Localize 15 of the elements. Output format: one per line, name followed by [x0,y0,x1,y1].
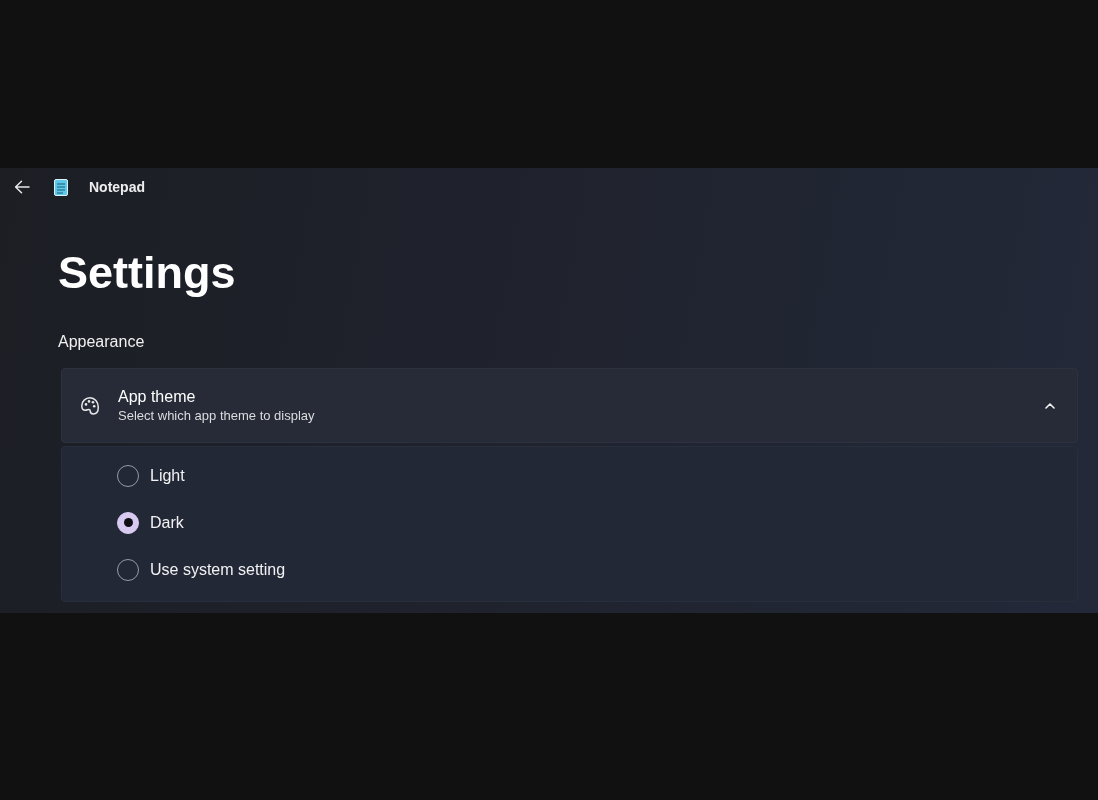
radio-label[interactable]: Dark [150,513,184,532]
back-arrow-icon [14,180,30,194]
back-button[interactable] [12,178,32,196]
app-theme-header[interactable]: App theme Select which app theme to display [61,368,1078,443]
chevron-up-icon[interactable] [1045,402,1055,409]
palette-icon [80,395,100,416]
setting-description: Select which app theme to display [118,407,315,425]
setting-title: App theme [118,387,196,407]
radio-button[interactable] [117,511,139,534]
radio-label[interactable]: Use system setting [150,560,286,579]
app-title: Notepad [89,179,145,195]
radio-label[interactable]: Light [150,466,185,485]
section-heading: Appearance [58,332,145,352]
notepad-icon [54,178,68,196]
page-title: Settings [58,246,236,300]
